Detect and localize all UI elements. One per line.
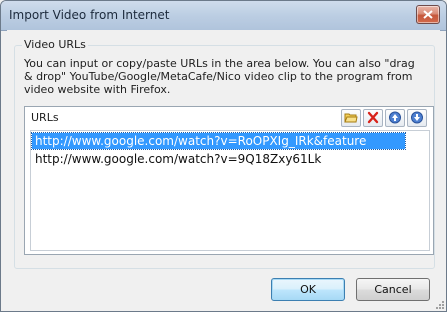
import-video-dialog: Import Video from Internet Video URLs Yo… [0,0,447,312]
close-icon [423,10,433,19]
delete-button[interactable] [363,109,383,127]
urls-panel: URLs http://www.google.com/watch?v=RoOPX… [24,106,434,255]
delete-icon [367,111,379,124]
move-up-button[interactable] [385,109,405,127]
open-folder-icon [344,113,358,123]
ok-button[interactable]: OK [271,278,345,301]
cancel-button[interactable]: Cancel [356,278,430,301]
urls-label: URLs [31,111,59,124]
urls-header: URLs [25,107,433,128]
instructions-text: You can input or copy/paste URLs in the … [24,57,415,96]
move-down-button[interactable] [407,109,427,127]
window-title: Import Video from Internet [9,8,170,22]
video-urls-legend: Video URLs [22,38,88,51]
title-bar[interactable]: Import Video from Internet [1,1,446,31]
resize-grip-icon[interactable] [435,300,445,310]
move-down-icon [411,111,423,124]
url-list[interactable]: http://www.google.com/watch?v=RoOPXIg_IR… [30,130,430,251]
dialog-body: Video URLs You can input or copy/paste U… [7,30,440,305]
url-list-item[interactable]: http://www.google.com/watch?v=RoOPXIg_IR… [31,132,406,150]
close-button[interactable] [416,5,440,24]
url-list-item[interactable]: http://www.google.com/watch?v=9Q18Zxy61L… [32,151,321,167]
open-file-button[interactable] [341,109,361,127]
move-up-icon [389,111,401,124]
